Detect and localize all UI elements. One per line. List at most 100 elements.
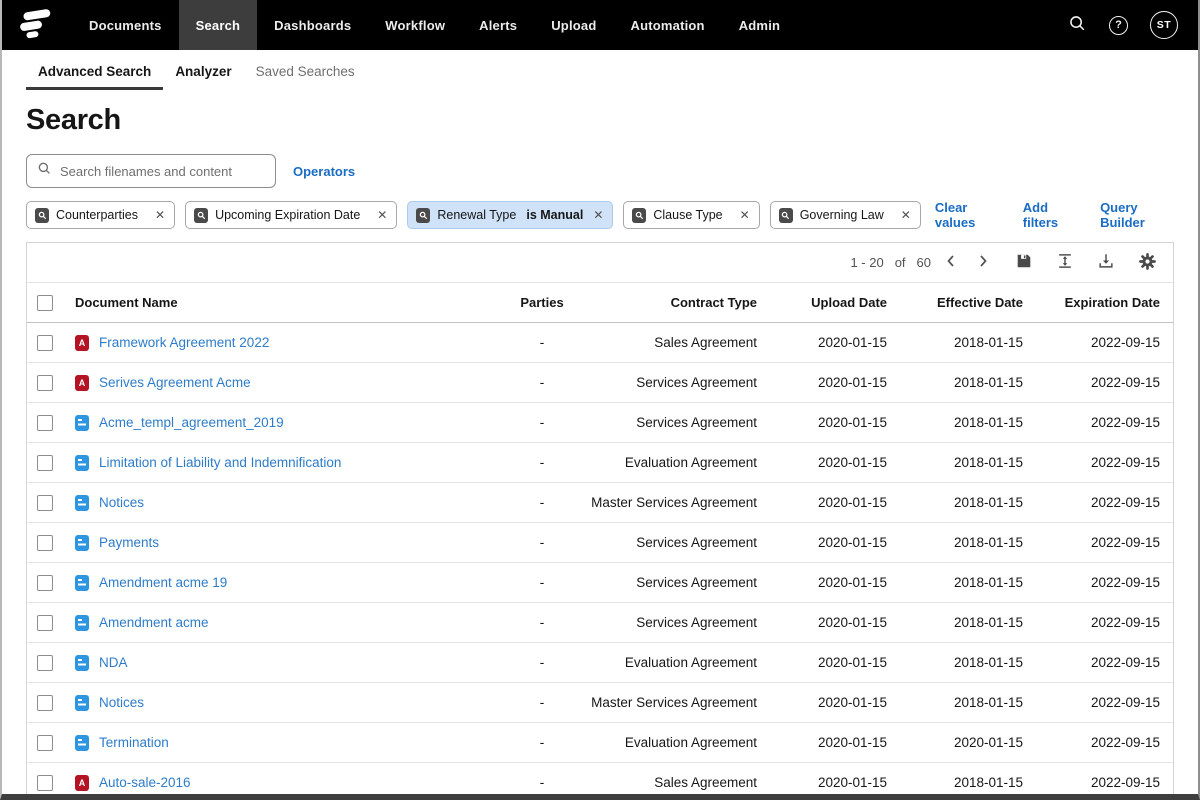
download-button[interactable]: [1094, 251, 1118, 275]
document-link[interactable]: Acme_templ_agreement_2019: [99, 415, 284, 430]
prev-page-button[interactable]: [939, 251, 963, 275]
user-avatar[interactable]: ST: [1150, 11, 1178, 39]
filter-doc-search-icon: [779, 208, 793, 223]
upload-date-cell: 2020-01-15: [757, 335, 887, 350]
filter-action-link[interactable]: Clear values: [935, 200, 1001, 230]
upload-date-cell: 2020-01-15: [757, 455, 887, 470]
document-link[interactable]: Limitation of Liability and Indemnificat…: [99, 455, 341, 470]
nav-item-search[interactable]: Search: [179, 0, 258, 50]
filter-chip-label: Clause Type: [653, 208, 722, 222]
filter-chip[interactable]: Renewal Type is Manual ✕: [407, 201, 613, 229]
pagination-of-label: of: [895, 255, 906, 270]
remove-chip-icon[interactable]: ✕: [155, 208, 165, 222]
row-checkbox[interactable]: [37, 415, 53, 431]
upload-date-cell: 2020-01-15: [757, 735, 887, 750]
row-checkbox[interactable]: [37, 575, 53, 591]
filter-chip-label: Renewal Type: [437, 208, 516, 222]
effective-date-cell: 2018-01-15: [887, 615, 1023, 630]
nav-items: DocumentsSearchDashboardsWorkflowAlertsU…: [72, 0, 797, 50]
remove-chip-icon[interactable]: ✕: [377, 208, 387, 222]
top-navbar: DocumentsSearchDashboardsWorkflowAlertsU…: [0, 0, 1200, 50]
doc-file-icon: [75, 735, 89, 751]
document-link[interactable]: Notices: [99, 495, 144, 510]
document-link[interactable]: Auto-sale-2016: [99, 775, 191, 790]
select-all-checkbox[interactable]: [37, 295, 53, 311]
document-link[interactable]: Amendment acme: [99, 615, 209, 630]
row-checkbox[interactable]: [37, 735, 53, 751]
upload-date-cell: 2020-01-15: [757, 415, 887, 430]
remove-chip-icon[interactable]: ✕: [740, 208, 750, 222]
document-link[interactable]: Amendment acme 19: [99, 575, 227, 590]
table-row: Payments - Services Agreement 2020-01-15…: [27, 523, 1173, 563]
filter-chip[interactable]: Clause Type ✕: [623, 201, 759, 229]
filter-action-link[interactable]: Query Builder: [1100, 200, 1174, 230]
row-checkbox[interactable]: [37, 335, 53, 351]
expiration-date-cell: 2022-09-15: [1023, 455, 1173, 470]
remove-chip-icon[interactable]: ✕: [901, 208, 911, 222]
tab-saved-searches[interactable]: Saved Searches: [244, 50, 367, 92]
expiration-date-cell: 2022-09-15: [1023, 495, 1173, 510]
row-checkbox[interactable]: [37, 775, 53, 791]
row-checkbox[interactable]: [37, 495, 53, 511]
contract-type-cell: Sales Agreement: [587, 335, 757, 350]
nav-item-documents[interactable]: Documents: [72, 0, 179, 50]
pdf-file-icon: [75, 375, 89, 391]
tab-advanced-search[interactable]: Advanced Search: [26, 50, 163, 92]
filter-chip-value: is Manual: [526, 208, 583, 222]
row-checkbox[interactable]: [37, 535, 53, 551]
brand-logo[interactable]: [0, 0, 72, 50]
nav-item-automation[interactable]: Automation: [613, 0, 721, 50]
search-input[interactable]: [60, 164, 265, 179]
row-checkbox[interactable]: [37, 655, 53, 671]
document-link[interactable]: Payments: [99, 535, 159, 550]
table-header: Document Name Parties Contract Type Uplo…: [27, 283, 1173, 323]
parties-cell: -: [497, 375, 587, 390]
row-checkbox[interactable]: [37, 455, 53, 471]
results-panel: 1 - 20 of 60: [26, 242, 1174, 800]
operators-link[interactable]: Operators: [293, 164, 355, 179]
upload-date-cell: 2020-01-15: [757, 775, 887, 790]
doc-file-icon: [75, 415, 89, 431]
doc-file-icon: [75, 575, 89, 591]
chevron-left-icon: [943, 253, 959, 272]
effective-date-cell: 2018-01-15: [887, 495, 1023, 510]
chevron-right-icon: [975, 253, 991, 272]
global-search-button[interactable]: [1068, 14, 1087, 36]
document-link[interactable]: NDA: [99, 655, 128, 670]
doc-file-icon: [75, 535, 89, 551]
next-page-button[interactable]: [971, 251, 995, 275]
row-checkbox[interactable]: [37, 695, 53, 711]
nav-item-upload[interactable]: Upload: [534, 0, 613, 50]
filter-chip-label: Governing Law: [800, 208, 884, 222]
document-link[interactable]: Notices: [99, 695, 144, 710]
remove-chip-icon[interactable]: ✕: [593, 208, 603, 222]
effective-date-cell: 2018-01-15: [887, 535, 1023, 550]
contract-type-cell: Sales Agreement: [587, 775, 757, 790]
filter-chip[interactable]: Counterparties ✕: [26, 201, 175, 229]
document-link[interactable]: Serives Agreement Acme: [99, 375, 251, 390]
nav-item-workflow[interactable]: Workflow: [368, 0, 462, 50]
filter-doc-search-icon: [194, 208, 208, 223]
filter-chip[interactable]: Upcoming Expiration Date ✕: [185, 201, 397, 229]
save-search-button[interactable]: [1012, 251, 1036, 275]
expiration-date-cell: 2022-09-15: [1023, 655, 1173, 670]
contract-type-cell: Services Agreement: [587, 415, 757, 430]
filter-chip[interactable]: Governing Law ✕: [770, 201, 921, 229]
filter-action-link[interactable]: Add filters: [1023, 200, 1078, 230]
nav-item-admin[interactable]: Admin: [722, 0, 797, 50]
doc-file-icon: [75, 455, 89, 471]
tab-analyzer[interactable]: Analyzer: [163, 50, 243, 92]
nav-item-alerts[interactable]: Alerts: [462, 0, 534, 50]
effective-date-cell: 2018-01-15: [887, 775, 1023, 790]
document-link[interactable]: Termination: [99, 735, 169, 750]
row-height-button[interactable]: [1053, 251, 1077, 275]
nav-item-dashboards[interactable]: Dashboards: [257, 0, 368, 50]
document-link[interactable]: Framework Agreement 2022: [99, 335, 269, 350]
results-toolbar: 1 - 20 of 60: [27, 243, 1173, 283]
save-icon: [1015, 252, 1033, 273]
table-settings-button[interactable]: [1135, 251, 1159, 275]
row-checkbox[interactable]: [37, 615, 53, 631]
help-button[interactable]: ?: [1109, 16, 1128, 35]
parties-cell: -: [497, 575, 587, 590]
row-checkbox[interactable]: [37, 375, 53, 391]
